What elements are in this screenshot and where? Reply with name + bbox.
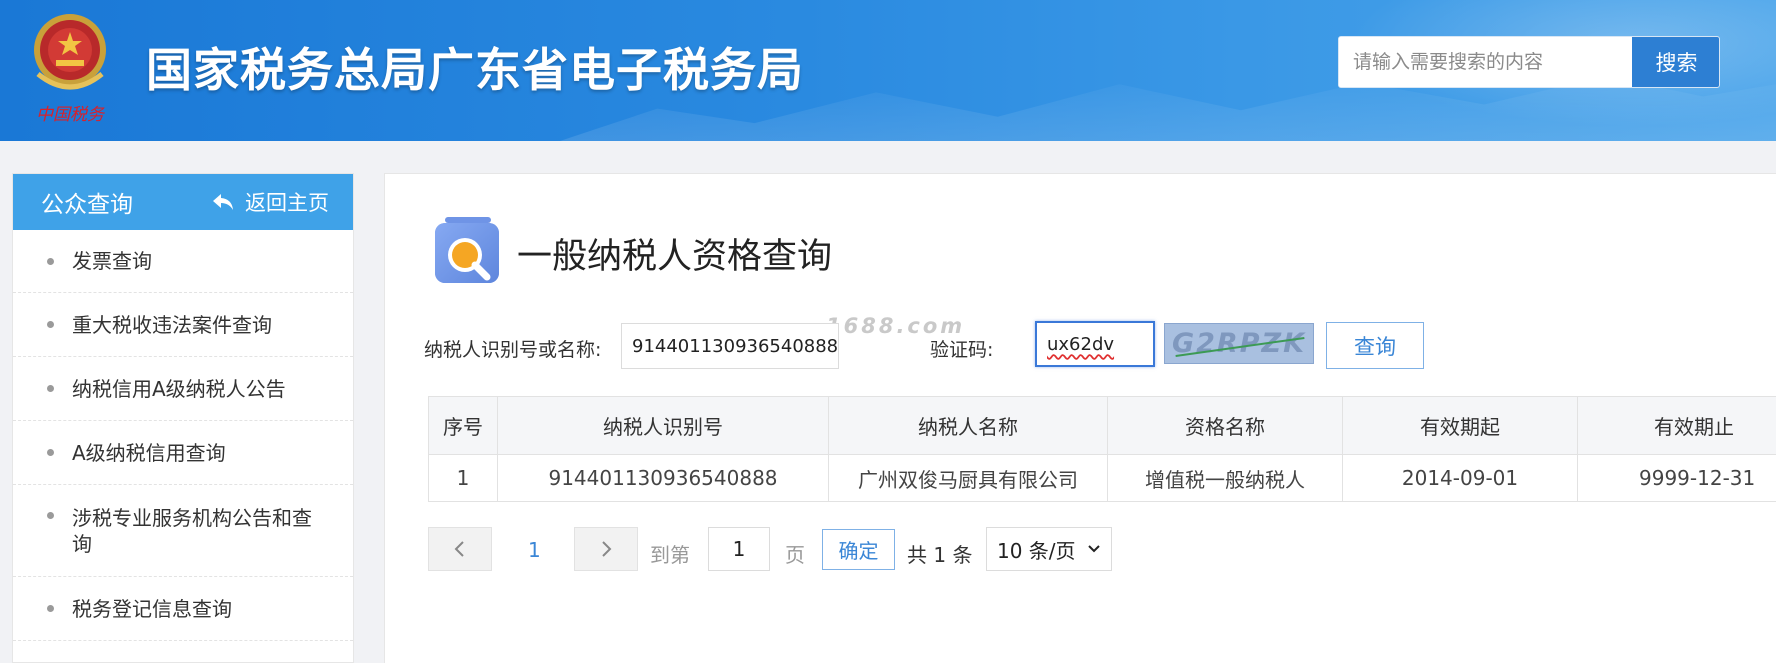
- sidebar-item-label: 涉税专业服务机构公告和查询: [72, 505, 312, 556]
- search-button[interactable]: 搜索: [1631, 37, 1719, 87]
- captcha-value: ux62dv: [1047, 333, 1115, 355]
- goto-page-value: 1: [732, 537, 746, 561]
- table-header-row: 序号 纳税人识别号 纳税人名称 资格名称 有效期起 有效期止: [428, 396, 1776, 455]
- total-count: 共 1 条: [907, 543, 973, 567]
- taxpayer-id-field[interactable]: 914401130936540888: [621, 323, 839, 369]
- cell-index: 1: [428, 454, 498, 502]
- sidebar-header: 公众查询 返回主页: [13, 174, 353, 230]
- page-title: 一般纳税人资格查询: [517, 237, 833, 277]
- bullet-icon: [47, 449, 54, 456]
- page-size-value: 10 条/页: [997, 538, 1076, 563]
- goto-label: 到第: [650, 543, 690, 567]
- goto-page-input[interactable]: 1: [708, 527, 770, 571]
- header-search: 搜索: [1338, 36, 1720, 88]
- sidebar-item-registration-query[interactable]: 税务登记信息查询: [13, 577, 353, 641]
- cell-taxpayer-name: 广州双俊马厨具有限公司: [828, 454, 1108, 502]
- bullet-icon: [47, 257, 54, 265]
- cell-valid-to: 9999-12-31: [1577, 454, 1776, 502]
- bullet-icon: [47, 321, 54, 328]
- back-home-label: 返回主页: [245, 191, 329, 215]
- search-document-icon: [435, 217, 499, 283]
- search-input[interactable]: [1339, 37, 1631, 87]
- bullet-icon: [47, 605, 54, 612]
- captcha-image[interactable]: G2RPZK: [1164, 323, 1314, 364]
- emblem-caption: 中国税务: [36, 105, 106, 125]
- sidebar-item-tax-agency-query[interactable]: 涉税专业服务机构公告和查询: [13, 485, 353, 577]
- page-unit-label: 页: [785, 543, 805, 567]
- sidebar-item-a-level-credit-query[interactable]: A级纳税信用查询: [13, 421, 353, 485]
- sidebar-item-label: 税务登记信息查询: [72, 596, 232, 621]
- site-header: 中国税务 国家税务总局广东省电子税务局 搜索: [0, 0, 1776, 141]
- sidebar-item-label: A级纳税信用查询: [72, 440, 226, 465]
- col-header-valid-to: 有效期止: [1577, 396, 1776, 455]
- tax-emblem-logo: 中国税务: [34, 14, 106, 125]
- bullet-icon: [47, 385, 54, 392]
- col-header-valid-from: 有效期起: [1342, 396, 1578, 455]
- page-number-current[interactable]: 1: [528, 538, 541, 562]
- table-row: 1 914401130936540888 广州双俊马厨具有限公司 增值税一般纳税…: [428, 454, 1776, 502]
- cell-taxpayer-id: 914401130936540888: [497, 454, 829, 502]
- sidebar-item-label: 重大税收违法案件查询: [72, 312, 272, 337]
- col-header-index: 序号: [428, 396, 498, 455]
- bullet-icon: [47, 512, 54, 519]
- taxpayer-id-value: 914401130936540888: [632, 335, 839, 357]
- chevron-left-icon: [454, 541, 464, 557]
- sidebar: 公众查询 返回主页 发票查询 重大税收违法案件查询 纳税信用A级纳税人公告 A级…: [12, 173, 354, 663]
- col-header-taxpayer-name: 纳税人名称: [828, 396, 1108, 455]
- taxpayer-id-label: 纳税人识别号或名称:: [424, 339, 602, 361]
- sidebar-item-invoice-query[interactable]: 发票查询: [13, 230, 353, 293]
- sidebar-item-a-level-announcement[interactable]: 纳税信用A级纳税人公告: [13, 357, 353, 421]
- chevron-down-icon: [1088, 545, 1100, 553]
- page-size-select[interactable]: 10 条/页: [986, 527, 1112, 571]
- col-header-taxpayer-id: 纳税人识别号: [497, 396, 829, 455]
- query-button[interactable]: 查询: [1326, 322, 1424, 369]
- captcha-label: 验证码:: [930, 339, 994, 361]
- result-table: 序号 纳税人识别号 纳税人名称 资格名称 有效期起 有效期止 1 9144011…: [428, 396, 1776, 502]
- next-page-button[interactable]: [574, 527, 638, 571]
- captcha-field[interactable]: ux62dv: [1035, 321, 1155, 367]
- back-home-link[interactable]: 返回主页: [211, 187, 329, 217]
- prev-page-button[interactable]: [428, 527, 492, 571]
- chevron-right-icon: [602, 541, 612, 557]
- sidebar-item-major-violation-query[interactable]: 重大税收违法案件查询: [13, 293, 353, 357]
- main-panel: 一般纳税人资格查询 1688.com 纳税人识别号或名称: 9144011309…: [384, 173, 1776, 663]
- sidebar-item-label: 发票查询: [72, 249, 152, 273]
- cell-qualification: 增值税一般纳税人: [1107, 454, 1343, 502]
- sidebar-item-label: 纳税信用A级纳税人公告: [72, 376, 286, 401]
- back-arrow-icon: [213, 194, 233, 210]
- cell-valid-from: 2014-09-01: [1342, 454, 1578, 502]
- goto-confirm-button[interactable]: 确定: [822, 529, 895, 570]
- col-header-qualification: 资格名称: [1107, 396, 1343, 455]
- sidebar-title: 公众查询: [41, 192, 133, 218]
- site-title: 国家税务总局广东省电子税务局: [146, 43, 804, 97]
